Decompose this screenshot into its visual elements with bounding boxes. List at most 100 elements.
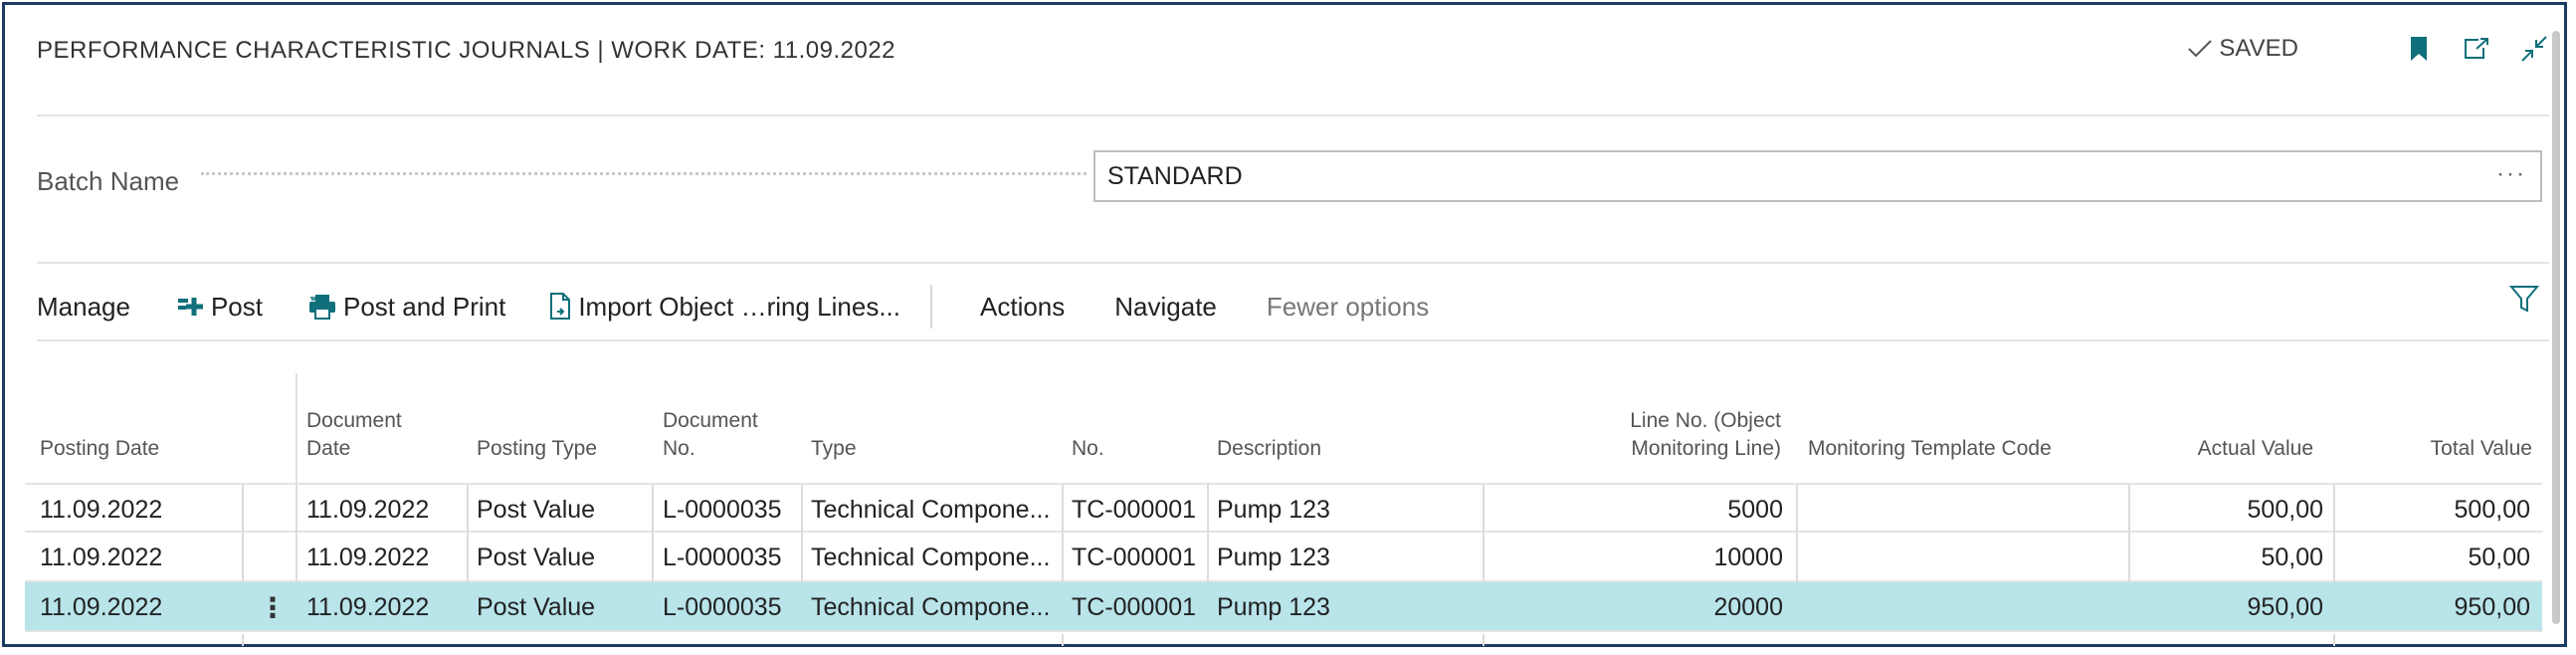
cell-document-date[interactable]: 11.09.2022 <box>306 485 429 535</box>
column-divider <box>1796 485 1798 535</box>
cell-type[interactable]: Technical Compone... <box>811 485 1058 535</box>
cell-posting-type[interactable]: Post Value <box>477 485 595 535</box>
grid-header-divider <box>296 373 297 483</box>
vertical-scrollbar[interactable] <box>2552 31 2560 624</box>
import-object-monitoring-lines-button[interactable]: Import Object …ring Lines... <box>549 292 900 323</box>
col-header-document-no-line1: Document <box>663 409 758 432</box>
batch-divider <box>37 262 2549 264</box>
page-title: PERFORMANCE CHARACTERISTIC JOURNALS | WO… <box>37 37 896 64</box>
col-header-line-no-line1: Line No. (Object <box>1630 409 1781 432</box>
post-and-print-button[interactable]: Post and Print <box>308 292 505 323</box>
col-header-line-no-line2: Monitoring Line) <box>1631 437 1781 460</box>
column-divider <box>801 533 803 582</box>
cell-posting-type[interactable]: Post Value <box>477 533 595 582</box>
post-icon <box>177 298 203 316</box>
column-divider <box>1796 533 1798 582</box>
cell-line-no[interactable]: 5000 <box>1492 485 1783 535</box>
col-header-type[interactable]: Type <box>811 435 857 463</box>
table-row[interactable]: 11.09.2022 11.09.2022 Post Value L-00000… <box>25 533 2542 582</box>
page-frame: PERFORMANCE CHARACTERISTIC JOURNALS | WO… <box>2 2 2567 647</box>
printer-icon <box>309 295 335 320</box>
column-divider <box>242 634 244 646</box>
cell-line-no[interactable]: 10000 <box>1492 533 1783 582</box>
post-label: Post <box>210 291 263 322</box>
cell-actual-value[interactable]: 950,00 <box>2138 582 2323 632</box>
column-divider <box>296 485 297 535</box>
column-divider <box>2333 485 2335 535</box>
fewer-options-button[interactable]: Fewer options <box>1267 292 1429 323</box>
navigate-menu[interactable]: Navigate <box>1114 292 1217 323</box>
cell-document-no[interactable]: L-0000035 <box>663 533 782 582</box>
col-header-description[interactable]: Description <box>1217 435 1321 463</box>
actions-menu[interactable]: Actions <box>980 292 1065 323</box>
column-divider <box>2128 485 2130 535</box>
column-divider <box>242 485 244 535</box>
cell-posting-date[interactable]: 11.09.2022 <box>40 582 162 632</box>
cell-document-no[interactable]: L-0000035 <box>663 485 782 535</box>
post-button[interactable]: Post <box>177 291 263 323</box>
cell-posting-date[interactable]: 11.09.2022 <box>40 485 162 535</box>
filter-icon[interactable] <box>2508 284 2540 319</box>
col-header-total-value[interactable]: Total Value <box>2333 435 2532 463</box>
col-header-line-no[interactable]: Line No. (Object Monitoring Line) <box>1458 407 1781 463</box>
import-document-icon <box>550 293 571 320</box>
cell-posting-date[interactable]: 11.09.2022 <box>40 533 162 582</box>
col-header-posting-date[interactable]: Posting Date <box>40 435 159 463</box>
batch-name-label: Batch Name <box>37 166 180 196</box>
cell-line-no[interactable]: 20000 <box>1492 582 1783 632</box>
cell-no[interactable]: TC-000001 <box>1072 533 1196 582</box>
row-context-menu-button[interactable]: ⋮ <box>259 582 287 632</box>
column-divider <box>467 533 469 582</box>
cell-no[interactable]: TC-000001 <box>1072 582 1196 632</box>
saved-label: SAVED <box>2219 35 2298 62</box>
collapse-icon[interactable] <box>2519 32 2549 66</box>
open-in-new-window-icon[interactable] <box>2462 32 2491 66</box>
col-header-document-date-line1: Document <box>306 409 402 432</box>
cell-posting-type[interactable]: Post Value <box>477 582 595 632</box>
cell-description[interactable]: Pump 123 <box>1217 582 1330 632</box>
action-bar: Manage Post Post and Print Import Object… <box>37 282 1429 331</box>
saved-status: SAVED <box>2187 35 2298 63</box>
cell-type[interactable]: Technical Compone... <box>811 533 1058 582</box>
batch-name-value: STANDARD <box>1107 161 1243 190</box>
cell-document-date[interactable]: 11.09.2022 <box>306 533 429 582</box>
column-divider <box>1483 485 1485 535</box>
col-header-actual-value[interactable]: Actual Value <box>2114 435 2313 463</box>
column-divider <box>2128 533 2130 582</box>
column-divider <box>2333 634 2335 646</box>
cell-description[interactable]: Pump 123 <box>1217 533 1330 582</box>
import-label: Import Object …ring Lines... <box>578 291 900 322</box>
cell-document-no[interactable]: L-0000035 <box>663 582 782 632</box>
cell-document-date[interactable]: 11.09.2022 <box>306 582 429 632</box>
bookmark-icon[interactable] <box>2404 32 2434 66</box>
col-header-document-no[interactable]: Document No. <box>663 407 758 463</box>
column-divider <box>652 485 654 535</box>
cell-actual-value[interactable]: 50,00 <box>2138 533 2323 582</box>
action-bar-separator <box>930 285 932 328</box>
check-icon <box>2188 40 2213 58</box>
col-header-no[interactable]: No. <box>1072 435 1104 463</box>
cell-actual-value[interactable]: 500,00 <box>2138 485 2323 535</box>
cell-total-value[interactable]: 50,00 <box>2343 533 2530 582</box>
col-header-document-no-line2: No. <box>663 437 695 460</box>
batch-name-input[interactable]: STANDARD ··· <box>1093 150 2542 202</box>
table-row-selected[interactable]: 11.09.2022 ⋮ 11.09.2022 Post Value L-000… <box>25 582 2542 632</box>
column-divider <box>1062 485 1064 535</box>
cell-total-value[interactable]: 950,00 <box>2343 582 2530 632</box>
batch-lookup-button[interactable]: ··· <box>2496 160 2526 188</box>
col-header-monitoring-template-code[interactable]: Monitoring Template Code <box>1808 435 2052 463</box>
column-divider <box>1207 533 1209 582</box>
table-row[interactable]: 11.09.2022 11.09.2022 Post Value L-00000… <box>25 483 2542 535</box>
cell-description[interactable]: Pump 123 <box>1217 485 1330 535</box>
column-divider <box>1062 634 1064 646</box>
cell-no[interactable]: TC-000001 <box>1072 485 1196 535</box>
column-divider <box>2333 533 2335 582</box>
manage-menu[interactable]: Manage <box>37 292 130 323</box>
column-divider <box>467 485 469 535</box>
cell-total-value[interactable]: 500,00 <box>2343 485 2530 535</box>
column-divider <box>296 533 297 582</box>
col-header-posting-type[interactable]: Posting Type <box>477 435 597 463</box>
cell-type[interactable]: Technical Compone... <box>811 582 1058 632</box>
post-and-print-label: Post and Print <box>343 291 506 322</box>
col-header-document-date[interactable]: Document Date <box>306 407 402 463</box>
